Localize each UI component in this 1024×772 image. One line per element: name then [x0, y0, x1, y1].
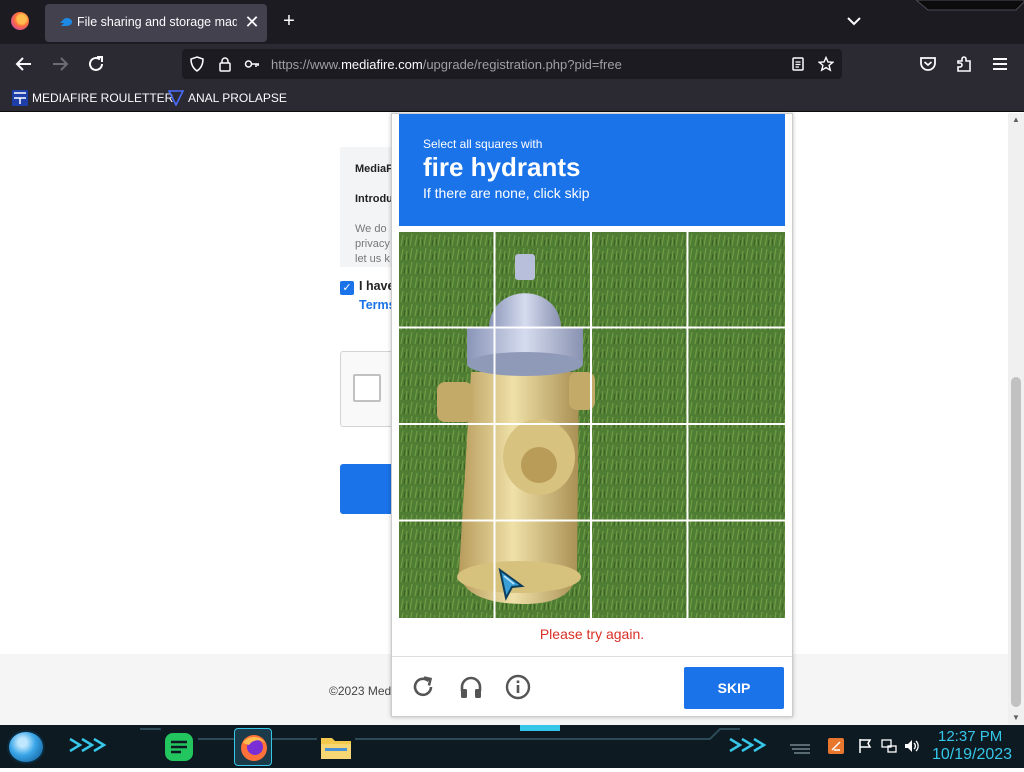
skip-button[interactable]: SKIP: [684, 667, 784, 709]
bookmark-mediafire-rouletter[interactable]: MEDIAFIRE ROULETTER: [12, 90, 173, 106]
reader-view-icon[interactable]: [790, 56, 806, 72]
reload-icon[interactable]: [85, 53, 107, 75]
firefox-view-icon[interactable]: [11, 12, 29, 30]
list-all-tabs-chevron-icon[interactable]: [844, 11, 864, 31]
taskbar: 12:37 PM 10/19/2023: [0, 725, 1024, 768]
clock-date[interactable]: 10/19/2023: [932, 746, 1012, 764]
url-prefix: https://www.: [271, 57, 342, 72]
bookmark-label: ANAL PROLAPSE: [188, 91, 287, 105]
mouse-cursor-icon: [498, 568, 525, 601]
recaptcha-widget: [340, 351, 396, 427]
lock-icon[interactable]: [217, 56, 233, 72]
error-message: Please try again.: [539, 626, 645, 642]
back-arrow-icon[interactable]: [13, 53, 35, 75]
scroll-up-icon[interactable]: ▲: [1011, 115, 1021, 125]
folder-icon: [321, 738, 351, 759]
pocket-icon[interactable]: [917, 53, 939, 75]
challenge-image-grid: [399, 232, 785, 618]
url-bar[interactable]: https://www.mediafire.com/upgrade/regist…: [182, 49, 842, 79]
bookmark-favicon-icon: [168, 90, 184, 106]
navigation-toolbar: https://www.mediafire.com/upgrade/regist…: [0, 44, 1024, 84]
taskbar-file-explorer[interactable]: [317, 728, 355, 766]
hamburger-menu-icon[interactable]: [989, 53, 1011, 75]
tab-bar: File sharing and storage made simple ✕ +: [0, 0, 1024, 44]
scroll-down-icon[interactable]: ▼: [1011, 713, 1021, 723]
theme-decoration: [916, 0, 1024, 11]
key-icon[interactable]: [244, 56, 260, 72]
new-tab-button[interactable]: +: [278, 10, 300, 32]
card-subheading: Introduction: [355, 193, 395, 205]
firefox-icon: [241, 735, 267, 761]
info-icon[interactable]: [505, 674, 531, 700]
network-icon[interactable]: [881, 738, 897, 754]
url-path: /upgrade/registration.php?pid=free: [422, 57, 622, 72]
tracking-protection-shield-icon[interactable]: [189, 56, 205, 72]
taskbar-firefox[interactable]: [234, 728, 272, 766]
clock-time[interactable]: 12:37 PM: [938, 728, 1002, 745]
card-heading: MediaFire: [355, 163, 395, 175]
notes-app-icon: [165, 733, 193, 761]
page-scrollbar[interactable]: ▲ ▼: [1008, 113, 1024, 725]
agree-label: I have read: [359, 279, 391, 293]
volume-icon[interactable]: [904, 738, 920, 754]
challenge-header: Select all squares with fire hydrants If…: [399, 114, 785, 226]
bookmark-second[interactable]: ANAL PROLAPSE: [168, 90, 287, 106]
footer-copyright: ©2023 MediaFire: [329, 684, 393, 698]
action-center-flag-icon[interactable]: [857, 738, 873, 754]
challenge-target: fire hydrants: [423, 152, 581, 182]
agree-checkbox[interactable]: ✓: [340, 281, 354, 295]
headphones-icon[interactable]: [458, 674, 484, 700]
extensions-puzzle-icon[interactable]: [953, 53, 975, 75]
challenge-hint: If there are none, click skip: [423, 185, 590, 201]
fire-hydrant-image: [399, 232, 785, 618]
bookmark-label: MEDIAFIRE ROULETTER: [32, 91, 174, 105]
card-text: We do: [355, 223, 387, 235]
challenge-footer: SKIP: [392, 656, 792, 716]
tab-close-icon[interactable]: ✕: [241, 11, 263, 33]
taskbar-notes-app[interactable]: [160, 728, 198, 766]
card-text: let us k: [355, 253, 390, 265]
url-domain: mediafire.com: [341, 57, 423, 72]
scrollbar-thumb[interactable]: [1011, 377, 1021, 707]
url-text[interactable]: https://www.mediafire.com/upgrade/regist…: [271, 57, 622, 72]
start-button[interactable]: [7, 730, 45, 764]
card-text: privacy: [355, 238, 390, 250]
recaptcha-checkbox[interactable]: [353, 374, 381, 402]
challenge-instruction: Select all squares with: [423, 137, 543, 151]
submit-button[interactable]: [340, 464, 396, 514]
tray-app-icon[interactable]: [828, 738, 844, 754]
tab-mediafire[interactable]: File sharing and storage made simple ✕: [45, 4, 267, 42]
reload-icon[interactable]: [410, 674, 436, 700]
forward-arrow-icon[interactable]: [49, 53, 71, 75]
mediafire-bookmark-icon: [12, 90, 28, 106]
tab-title: File sharing and storage made simple: [77, 15, 237, 29]
terms-link[interactable]: Terms: [359, 298, 391, 312]
captcha-challenge-dialog: Select all squares with fire hydrants If…: [391, 113, 793, 717]
mediafire-favicon-icon: [58, 18, 72, 26]
bookmark-star-icon[interactable]: [818, 56, 834, 72]
bookmarks-toolbar: MEDIAFIRE ROULETTER ANAL PROLAPSE: [0, 84, 1024, 112]
